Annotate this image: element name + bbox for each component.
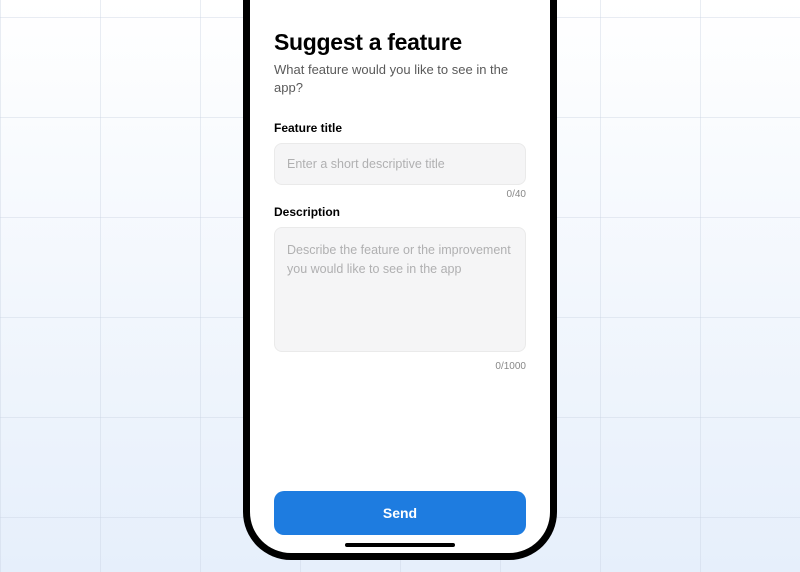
page-title: Suggest a feature bbox=[274, 29, 526, 56]
feature-title-label: Feature title bbox=[274, 121, 526, 135]
spacer-top bbox=[274, 0, 526, 29]
feature-title-input[interactable] bbox=[274, 143, 526, 185]
screen-content: Suggest a feature What feature would you… bbox=[250, 0, 550, 553]
description-label: Description bbox=[274, 205, 526, 219]
phone-screen: Suggest a feature What feature would you… bbox=[250, 0, 550, 553]
phone-frame: Suggest a feature What feature would you… bbox=[243, 0, 557, 560]
spacer-flex bbox=[274, 372, 526, 491]
description-counter: 0/1000 bbox=[274, 361, 526, 372]
home-indicator bbox=[345, 543, 455, 547]
feature-title-counter: 0/40 bbox=[274, 189, 526, 200]
send-button[interactable]: Send bbox=[274, 491, 526, 535]
description-field: Description 0/1000 bbox=[274, 205, 526, 372]
page-subtitle: What feature would you like to see in th… bbox=[274, 61, 526, 97]
description-input[interactable] bbox=[274, 227, 526, 352]
feature-title-field: Feature title 0/40 bbox=[274, 121, 526, 200]
